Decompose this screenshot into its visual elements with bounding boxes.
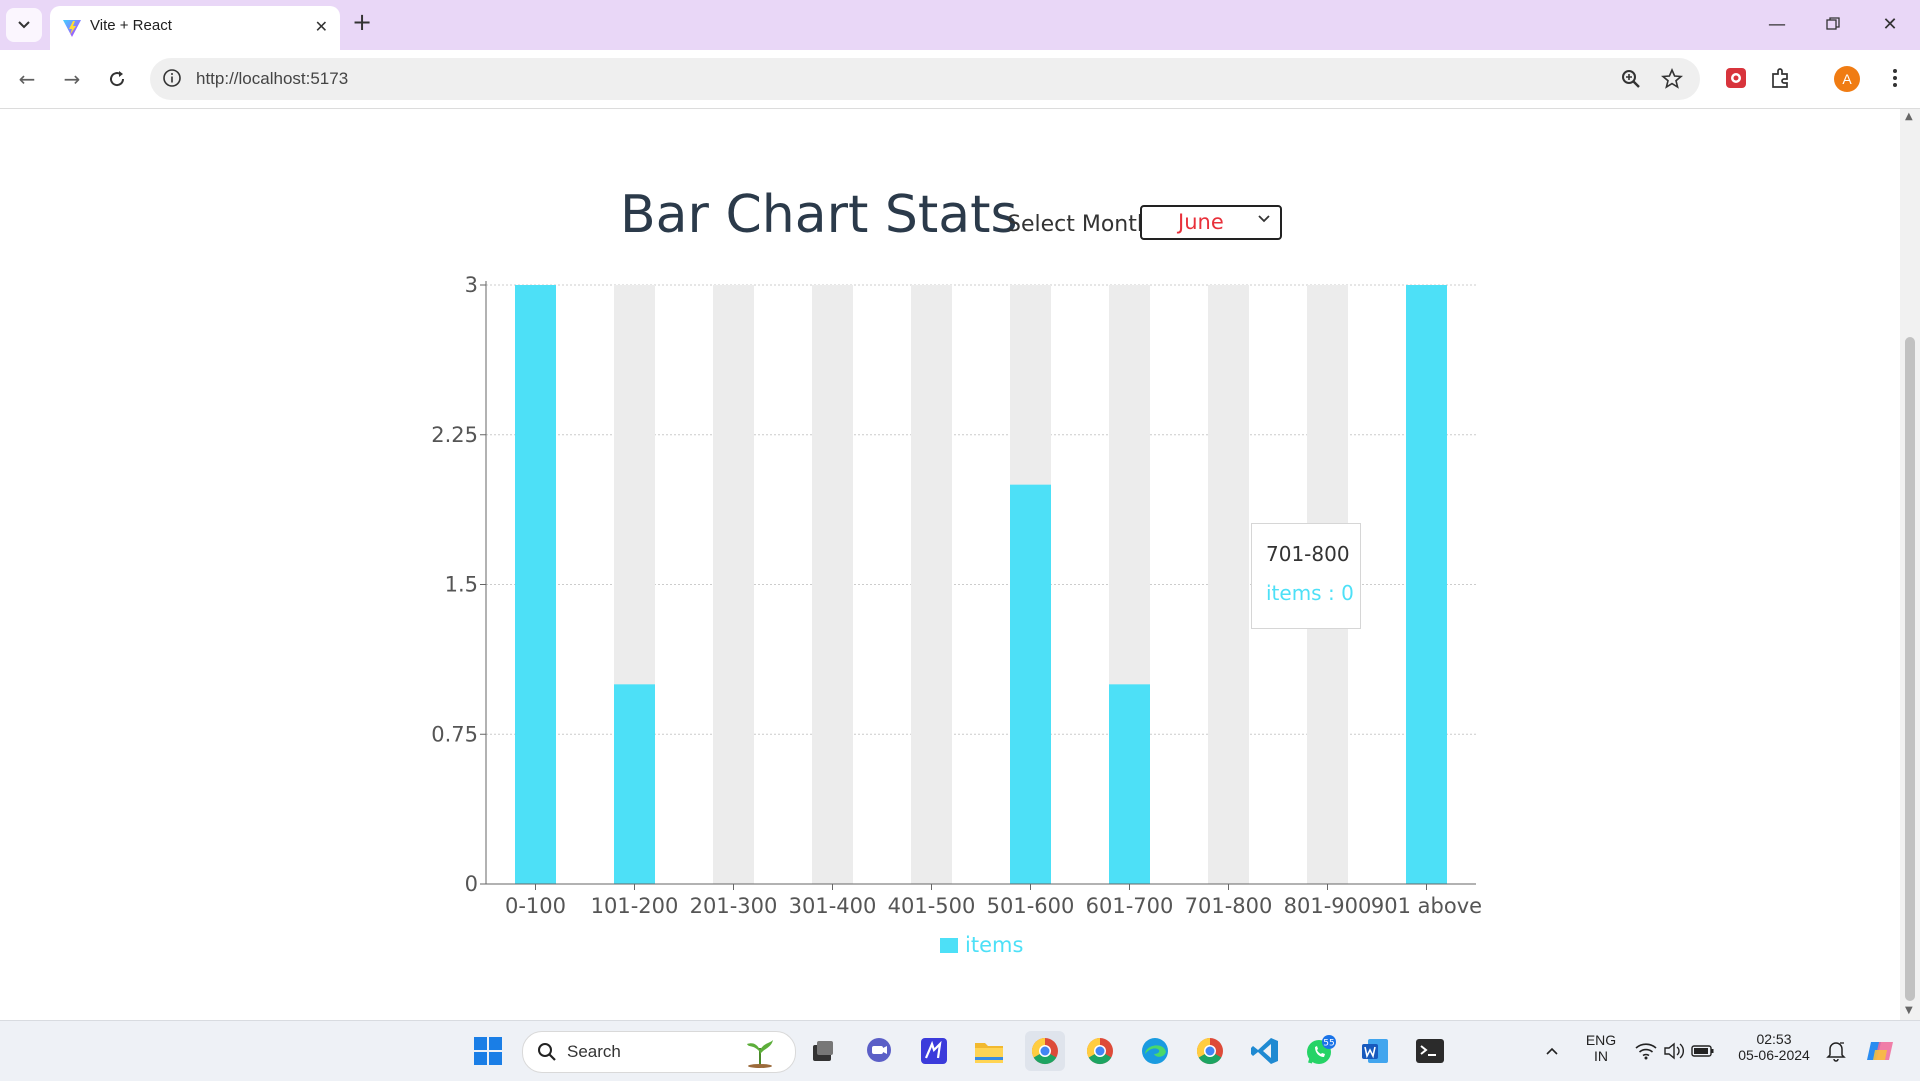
volume-icon (1664, 1042, 1684, 1060)
tab-strip: Vite + React ✕ + — ✕ (0, 0, 1920, 50)
word-icon[interactable] (1355, 1031, 1395, 1071)
whatsapp-badge: 55 (1323, 1039, 1334, 1049)
close-window-icon[interactable]: ✕ (1870, 8, 1910, 40)
back-arrow-icon[interactable]: ← (10, 62, 44, 96)
chrome-profile-icon[interactable] (1080, 1031, 1120, 1071)
url-text: http://localhost:5173 (196, 69, 349, 88)
bar-background (713, 285, 754, 884)
plant-icon (747, 1040, 773, 1068)
task-view-icon[interactable] (803, 1031, 843, 1071)
language-indicator[interactable]: ENG IN (1582, 1032, 1620, 1064)
new-tab-button[interactable]: + (352, 8, 372, 36)
editor-app-icon[interactable] (914, 1031, 954, 1071)
bar-background (1208, 285, 1249, 884)
x-tick-label: 701-800 (1185, 894, 1273, 918)
scroll-down-icon[interactable]: ▼ (1905, 1005, 1913, 1016)
x-tick-label: 901 above (1371, 894, 1482, 918)
teams-chat-icon[interactable] (859, 1031, 899, 1071)
bookmark-star-icon[interactable] (1661, 68, 1683, 90)
clock[interactable]: 02:53 05-06-2024 (1734, 1031, 1814, 1063)
close-tab-icon[interactable]: ✕ (315, 17, 328, 36)
tooltip-value-row: items : 0 (1266, 581, 1354, 605)
vite-logo-icon (63, 20, 81, 37)
x-tick-label: 801-900 (1284, 894, 1372, 918)
chrome-beta-icon[interactable] (1190, 1031, 1230, 1071)
tab-title: Vite + React (90, 17, 172, 34)
tooltip-series-label: items (1266, 581, 1322, 605)
browser-tab[interactable]: Vite + React ✕ (50, 6, 340, 50)
bar-background (812, 285, 853, 884)
notification-bell-icon[interactable] (1818, 1031, 1854, 1071)
restore-icon[interactable] (1813, 8, 1853, 40)
menu-dots-icon[interactable] (1881, 64, 1909, 92)
windows-taskbar: Search 55 ENG IN 02:53 05-06-2024 (0, 1020, 1920, 1081)
y-tick-label: 2.25 (431, 423, 478, 447)
chart-legend: items (940, 933, 1023, 957)
clock-time: 02:53 (1756, 1031, 1792, 1047)
tooltip-value: 0 (1341, 581, 1354, 605)
tab-search-button[interactable] (6, 8, 42, 42)
bar-chart: 0 0.75 1.5 2.25 3 0-100 101-200 201-300 301-400… (431, 273, 1482, 957)
chart-y-ticks: 0 0.75 1.5 2.25 3 (431, 273, 486, 896)
chrome-icon[interactable] (1025, 1031, 1065, 1071)
x-tick-label: 0-100 (505, 894, 566, 918)
profile-avatar[interactable]: A (1834, 66, 1860, 92)
address-bar[interactable]: http://localhost:5173 (150, 58, 1700, 100)
terminal-icon[interactable] (1410, 1031, 1450, 1071)
whatsapp-icon[interactable]: 55 (1300, 1031, 1340, 1071)
info-icon[interactable] (162, 68, 182, 88)
clock-date: 05-06-2024 (1738, 1047, 1810, 1063)
windows-start-icon[interactable] (468, 1031, 508, 1071)
reload-icon[interactable] (100, 62, 134, 96)
taskbar-search[interactable]: Search (522, 1031, 796, 1073)
zoom-icon[interactable] (1620, 68, 1642, 90)
taskbar-search-label: Search (567, 1042, 621, 1061)
y-tick-label: 1.5 (445, 573, 478, 597)
tray-overflow-chevron-icon[interactable] (1533, 1031, 1571, 1071)
x-tick-label: 601-700 (1086, 894, 1174, 918)
bar (1010, 484, 1051, 884)
legend-label: items (965, 933, 1023, 957)
language-code: ENG (1585, 1032, 1617, 1048)
bar-background (911, 285, 952, 884)
extension-icon[interactable] (1722, 64, 1750, 92)
bar (1406, 285, 1447, 884)
system-status-tray[interactable] (1630, 1031, 1720, 1071)
x-tick-label: 401-500 (888, 894, 976, 918)
copilot-icon[interactable] (1860, 1031, 1900, 1071)
x-tick-label: 101-200 (591, 894, 679, 918)
browser-toolbar: ← → http://localhost:5173 (0, 50, 1920, 109)
bar (515, 285, 556, 884)
search-icon (538, 1043, 556, 1061)
y-tick-label: 0.75 (431, 722, 478, 746)
y-tick-label: 3 (465, 273, 478, 297)
x-tick-label: 501-600 (987, 894, 1075, 918)
scroll-up-icon[interactable]: ▲ (1905, 111, 1913, 122)
tooltip-title: 701-800 (1266, 542, 1350, 566)
x-tick-label: 201-300 (690, 894, 778, 918)
language-region: IN (1594, 1048, 1608, 1064)
battery-icon (1691, 1045, 1714, 1057)
bar (614, 684, 655, 884)
minimize-icon[interactable]: — (1757, 8, 1797, 40)
vscode-icon[interactable] (1245, 1031, 1285, 1071)
scroll-thumb[interactable] (1905, 337, 1915, 1001)
extensions-puzzle-icon[interactable] (1767, 64, 1795, 92)
page-scrollbar[interactable]: ▲ ▼ (1900, 109, 1920, 1020)
legend-swatch (940, 938, 958, 953)
chart-tooltip: 701-800 items : 0 (1251, 523, 1361, 629)
bar (1109, 684, 1150, 884)
forward-arrow-icon[interactable]: → (55, 62, 89, 96)
y-tick-label: 0 (465, 872, 478, 896)
page-content: Bar Chart Stats Select Month June 0 0.75 1… (0, 109, 1900, 1020)
wifi-icon (1635, 1043, 1657, 1060)
file-explorer-icon[interactable] (969, 1031, 1009, 1071)
tooltip-separator: : (1321, 581, 1342, 605)
chevron-down-icon (18, 21, 30, 29)
chart-x-ticks: 0-100 101-200 201-300 301-400 401-500 501-600… (505, 884, 1482, 918)
x-tick-label: 301-400 (789, 894, 877, 918)
edge-icon[interactable] (1135, 1031, 1175, 1071)
